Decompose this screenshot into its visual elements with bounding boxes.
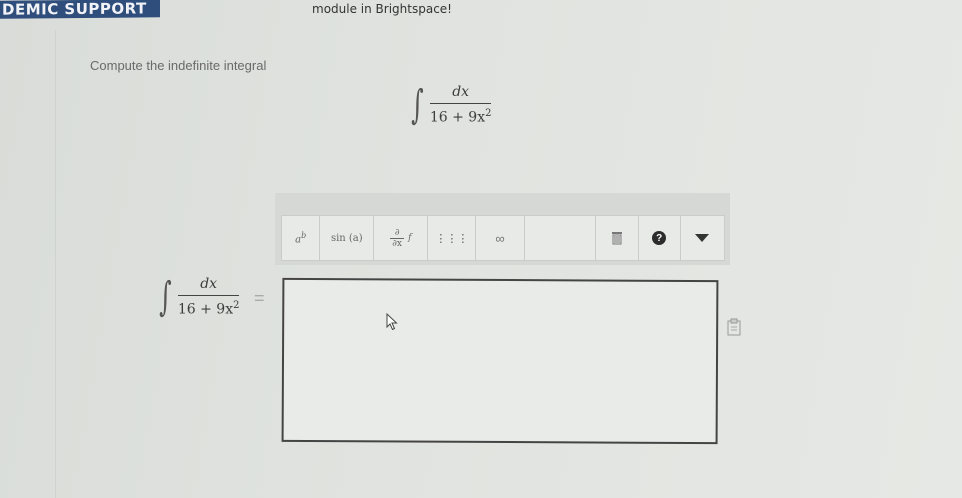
matrix-icon: ⋮⋮⋮ — [435, 232, 469, 245]
partial-derivative-button[interactable]: ∂ ∂x f — [374, 216, 429, 260]
question-prompt: Compute the indefinite integral — [90, 58, 267, 73]
clipboard-icon[interactable] — [727, 318, 741, 336]
trash-button[interactable] — [596, 216, 639, 260]
dropdown-button[interactable] — [681, 216, 724, 260]
integral-fraction: dx 16 + 9x2 — [429, 84, 492, 126]
integral-sign: ∫ — [411, 81, 424, 128]
empty-toolbar-slot — [525, 216, 597, 260]
math-toolbar: ab sin (a) ∂ ∂x f ⋮⋮⋮ ∞ ? — [281, 215, 725, 261]
integral-sign: ∫ — [159, 273, 172, 320]
answer-fraction: dx 16 + 9x2 — [177, 276, 240, 318]
infinity-button[interactable]: ∞ — [476, 216, 525, 260]
integral-expression: ∫ dx 16 + 9x2 — [407, 81, 492, 128]
matrix-button[interactable]: ⋮⋮⋮ — [428, 216, 477, 260]
trash-icon — [611, 232, 622, 245]
fraction-numerator: dx — [452, 84, 470, 100]
sin-button[interactable]: sin (a) — [320, 216, 375, 260]
chevron-down-icon — [695, 234, 710, 242]
equals-sign: = — [254, 288, 265, 308]
academic-support-banner: DEMIC SUPPORT — [0, 0, 160, 19]
help-icon: ? — [652, 231, 667, 245]
answer-integral-expression: ∫ dx 16 + 9x2 — [155, 273, 240, 320]
fraction-numerator: dx — [200, 276, 218, 292]
fraction-denominator: 16 + 9x2 — [429, 108, 492, 126]
help-button[interactable]: ? — [639, 216, 681, 260]
fraction-denominator: 16 + 9x2 — [177, 300, 240, 318]
content-divider — [55, 30, 56, 498]
power-button[interactable]: ab — [282, 216, 321, 260]
mouse-cursor-icon — [386, 313, 398, 331]
answer-input-box[interactable] — [281, 277, 719, 445]
module-notice: module in Brightspace! — [312, 2, 452, 16]
